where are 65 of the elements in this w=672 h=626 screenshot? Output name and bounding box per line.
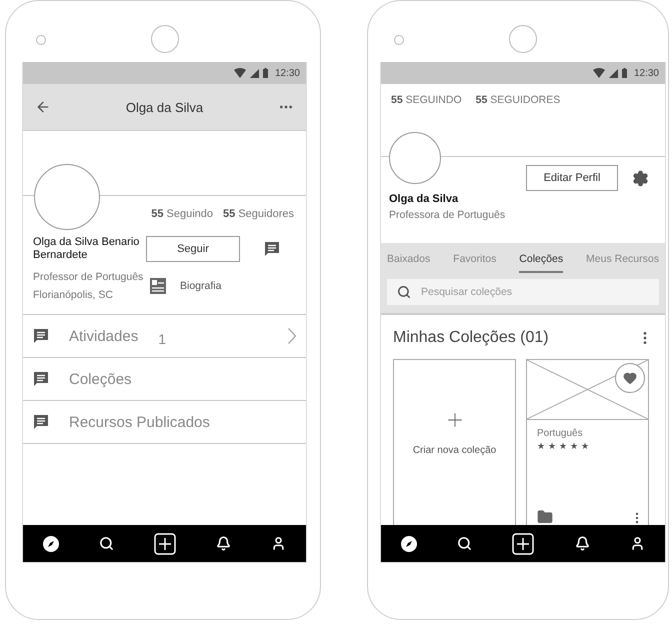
menu-item[interactable]: Recursos Publicados: [23, 401, 306, 444]
camera-icon: [509, 24, 537, 52]
profile-icon[interactable]: [630, 536, 645, 551]
search-icon[interactable]: [99, 536, 114, 551]
speaker-icon: [36, 35, 46, 45]
menu-count: 1: [158, 331, 168, 347]
follow-button[interactable]: Seguir: [146, 236, 240, 262]
chat-icon: [264, 241, 280, 257]
section-title: Minhas Coleções (01): [393, 329, 549, 347]
star-icon: ★: [548, 441, 556, 451]
favorite-button[interactable]: [615, 363, 645, 393]
avatar: [389, 132, 441, 184]
signal-icon: [608, 68, 618, 78]
search-icon: [397, 285, 411, 299]
biography-link[interactable]: Biografia: [180, 277, 222, 295]
battery-icon: [262, 68, 268, 78]
bell-icon[interactable]: [216, 536, 231, 551]
profile-name: Olga da Silva: [389, 193, 460, 206]
battery-icon: [622, 68, 627, 78]
menu-item[interactable]: Atividades 1: [23, 315, 306, 358]
search-icon[interactable]: [457, 536, 472, 551]
status-time: 12:30: [634, 68, 659, 78]
menu-label: Coleções: [69, 370, 132, 388]
star-icon: ★: [537, 441, 545, 451]
speaker-icon: [394, 35, 404, 45]
tab[interactable]: Coleções: [519, 251, 564, 273]
camera-icon: [150, 24, 178, 52]
profile-location: Florianópolis, SC: [33, 288, 114, 303]
profile-role: Professor de Português: [33, 270, 144, 285]
chat-icon: [33, 371, 49, 387]
add-icon[interactable]: [512, 532, 534, 554]
collection-card[interactable]: Português ★ ★ ★ ★ ★: [526, 359, 649, 525]
id-card-icon: [150, 278, 166, 294]
card-title: Português: [536, 427, 584, 441]
compass-icon[interactable]: [401, 536, 418, 552]
wifi-icon: [234, 68, 246, 78]
heart-icon: [623, 371, 637, 385]
profile-role: Professora de Português: [389, 208, 506, 223]
star-icon: ★: [559, 441, 567, 451]
star-icon: ★: [570, 441, 578, 451]
follow-count: 55 Seguindo: [151, 208, 214, 220]
signal-icon: [250, 68, 259, 78]
compass-icon[interactable]: [43, 536, 59, 552]
back-icon[interactable]: [35, 99, 51, 115]
bell-icon[interactable]: [574, 536, 590, 551]
folder-icon: [537, 509, 553, 525]
wifi-icon: [592, 68, 605, 78]
profile-name: Olga da Silva Benario Bernardete: [33, 236, 140, 262]
menu-item[interactable]: Coleções: [23, 358, 306, 401]
follow-count: 55 SEGUIDORES: [476, 94, 560, 106]
add-icon[interactable]: [154, 532, 176, 554]
star-icon: ★: [581, 441, 589, 451]
chat-icon: [33, 328, 49, 344]
edit-profile-button[interactable]: Editar Perfil: [526, 165, 618, 191]
search-field[interactable]: Pesquisar coleções: [387, 279, 659, 305]
settings-icon[interactable]: [632, 170, 649, 186]
follow-count: 55 Seguidores: [223, 208, 294, 220]
menu-label: Atividades: [69, 328, 138, 344]
profile-icon[interactable]: [271, 536, 286, 551]
chat-icon: [33, 414, 49, 430]
app-bar-title: Olga da Silva: [126, 100, 204, 114]
menu-label: Recursos Publicados: [69, 414, 210, 430]
follow-count: 55 SEGUINDO: [391, 94, 462, 106]
card-label: Criar nova coleção: [412, 445, 496, 456]
status-time: 12:30: [274, 68, 300, 78]
